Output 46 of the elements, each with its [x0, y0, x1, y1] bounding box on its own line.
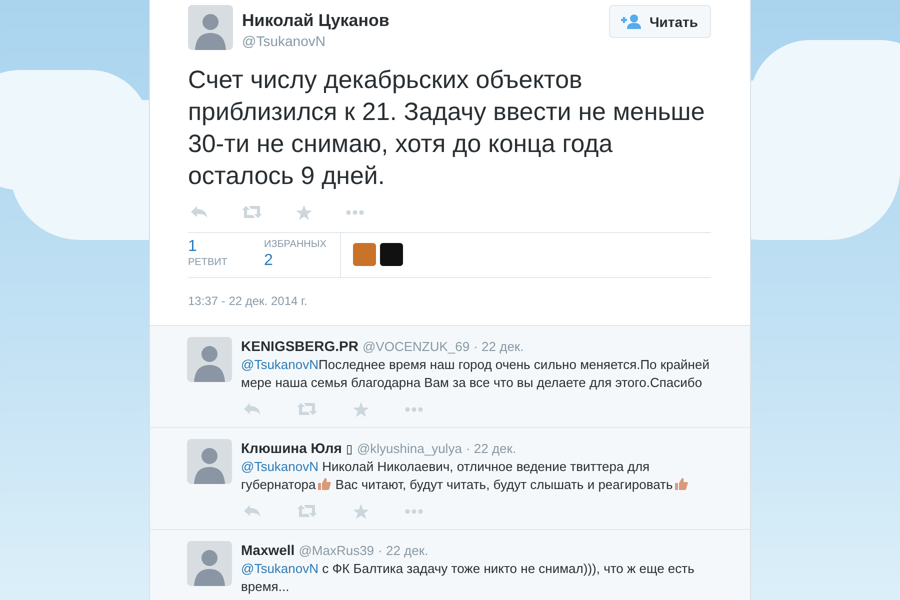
- reply-author-name[interactable]: KENIGSBERG.PR: [241, 338, 358, 354]
- user-avatar[interactable]: [380, 243, 403, 266]
- reply-handle[interactable]: @klyushina_yulya: [356, 441, 462, 456]
- retweet-icon[interactable]: [297, 402, 317, 416]
- reply-author-name[interactable]: Maxwell: [241, 542, 295, 558]
- reply-text: @TsukanovN с ФК Балтика задачу тоже никто не снимал))), что ж еще есть время...: [241, 560, 696, 596]
- more-icon[interactable]: [405, 406, 423, 412]
- person-avatar-icon[interactable]: [187, 337, 232, 382]
- mention-link[interactable]: @TsukanovN: [241, 459, 319, 474]
- retweet-icon[interactable]: [242, 205, 262, 219]
- person-avatar-icon[interactable]: [188, 5, 233, 50]
- mention-link[interactable]: @TsukanovN: [241, 357, 319, 372]
- user-avatar[interactable]: [353, 243, 376, 266]
- reply-author-name[interactable]: Клюшина Юля: [241, 440, 342, 456]
- reply-text: @TsukanovN Николай Николаевич, отличное ведение твиттера для губернатора Вас читают, будут читать, будут слышать и реагировать: [241, 458, 711, 494]
- tweet-timestamp[interactable]: 13:37 - 22 дек. 2014 г.: [188, 294, 711, 308]
- more-icon[interactable]: [346, 210, 364, 214]
- author-handle[interactable]: @TsukanovN: [242, 33, 610, 49]
- stat-label[interactable]: ИЗБРАННЫХ: [264, 238, 340, 252]
- stat-label[interactable]: РЕТВИТ: [188, 256, 264, 270]
- follow-button[interactable]: Читать: [609, 5, 711, 38]
- stat-count[interactable]: 1: [188, 238, 264, 256]
- star-icon[interactable]: [353, 504, 369, 518]
- star-icon[interactable]: [296, 204, 312, 220]
- person-avatar-icon[interactable]: [187, 541, 232, 586]
- reply-icon[interactable]: [243, 402, 261, 416]
- reply-date[interactable]: · 22 дек.: [378, 543, 428, 558]
- add-person-icon[interactable]: [621, 14, 642, 29]
- person-avatar-icon[interactable]: [187, 439, 232, 484]
- more-icon[interactable]: [405, 508, 423, 514]
- reply-icon[interactable]: [190, 205, 208, 219]
- stat-count[interactable]: 2: [264, 252, 340, 270]
- star-icon[interactable]: [353, 402, 369, 416]
- reply-text: @TsukanovNПоследнее время наш город очень сильно меняется.По крайней мере наша семья благодарна Вам за все что вы делаете для этого.Спасибо: [241, 356, 710, 392]
- reply-date[interactable]: · 22 дек.: [466, 441, 516, 456]
- retweet-icon[interactable]: [297, 504, 317, 518]
- thumbs-up-icon: [674, 477, 688, 491]
- reply-handle[interactable]: @MaxRus39: [298, 543, 374, 558]
- reply-handle[interactable]: @VOCENZUK_69: [362, 339, 470, 354]
- author-name[interactable]: Николай Цуканов: [242, 11, 610, 31]
- reply-icon[interactable]: [243, 504, 261, 518]
- mention-link[interactable]: @TsukanovN: [241, 561, 319, 576]
- thumbs-up-icon: [316, 477, 331, 491]
- tweet-text: Счет числу декабрьских объектов приблизился к 21. Задачу ввести не меньше 30-ти не снимаю, хотя до конца года осталось 9 дней.: [188, 65, 706, 192]
- missing-glyph: ▯: [346, 442, 353, 456]
- reply-date[interactable]: · 22 дек.: [474, 339, 524, 354]
